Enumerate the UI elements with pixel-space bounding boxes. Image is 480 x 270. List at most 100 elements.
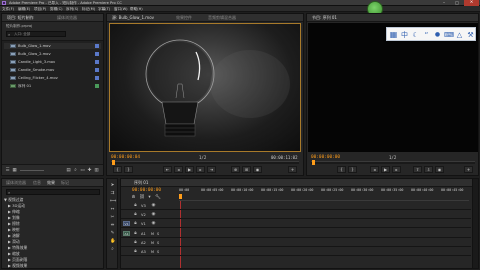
export-frame-button[interactable]: ◉	[253, 166, 262, 173]
step-forward-button[interactable]: ▸	[196, 166, 205, 173]
menu-edit[interactable]: 编辑(E)	[18, 6, 30, 12]
go-to-out-button[interactable]: ⇥	[207, 166, 216, 173]
mute-button[interactable]: M	[151, 249, 154, 255]
video-track-v2[interactable]: 🔒︎ V2 ◉	[121, 211, 471, 219]
razor-tool-icon[interactable]: ✂	[110, 215, 115, 220]
solo-button[interactable]: S	[157, 240, 159, 246]
audio-track-a1[interactable]: A1 🔒︎ A1 M S	[121, 230, 471, 238]
menu-sequence[interactable]: 序列(S)	[66, 6, 78, 12]
keyboard-icon[interactable]: ⌨	[444, 30, 454, 40]
grid-icon[interactable]: ▦	[389, 30, 398, 40]
automate-icon[interactable]: ▤	[66, 168, 71, 173]
eye-icon[interactable]: ◉	[151, 203, 156, 208]
list-item[interactable]: 序列 01	[4, 83, 101, 89]
tab-effect-controls[interactable]: 效果控件	[173, 15, 195, 21]
rate-stretch-tool-icon[interactable]: ↔	[110, 207, 115, 212]
lock-icon[interactable]: 🔒︎	[133, 203, 138, 208]
tab-sequence[interactable]: 序列 01	[131, 180, 151, 186]
lock-icon[interactable]: 🔒︎	[133, 231, 138, 236]
tab-project[interactable]: 项目: 短片制作	[4, 15, 37, 21]
shirt-icon[interactable]: △	[455, 30, 464, 40]
mic-icon[interactable]: ●	[433, 30, 442, 40]
play-button[interactable]: ▶	[185, 166, 194, 173]
add-button[interactable]: +	[464, 166, 473, 173]
new-bin-icon[interactable]: ▭	[80, 168, 85, 173]
program-fit-dropdown[interactable]: 1/2	[389, 155, 396, 160]
tab-effects[interactable]: 效果	[44, 180, 58, 186]
list-item[interactable]: Candle_Smoke.mov	[4, 67, 101, 73]
slip-tool-icon[interactable]: ⇹	[110, 223, 115, 228]
lift-button[interactable]: ⇪	[413, 166, 422, 173]
settings-wrench-icon[interactable]: 🔧︎	[155, 195, 161, 200]
list-item[interactable]: Bulb_Glow_1.mov	[4, 43, 101, 49]
source-timecode-current[interactable]: 00:00:00:04	[111, 155, 140, 160]
step-back-button[interactable]: ◂	[370, 166, 379, 173]
overwrite-button[interactable]: ⊞	[242, 166, 251, 173]
selection-tool-icon[interactable]: ➤	[110, 183, 115, 188]
source-patch-v1[interactable]: V1	[123, 221, 130, 226]
solo-button[interactable]: S	[157, 249, 159, 255]
list-view-icon[interactable]: ☰	[5, 168, 10, 173]
video-track-v1[interactable]: V1 🔒︎ V1 ◉	[121, 220, 471, 228]
program-scrubber[interactable]	[311, 160, 475, 165]
add-marker-icon[interactable]: ▾	[147, 195, 152, 200]
find-icon[interactable]: ⌕	[73, 168, 78, 173]
comma-icon[interactable]: “	[422, 30, 431, 40]
effects-search-input[interactable]: ⌕	[6, 189, 100, 195]
timeline-playhead[interactable]	[179, 194, 182, 199]
extract-button[interactable]: ⇩	[424, 166, 433, 173]
eye-icon[interactable]: ◉	[151, 212, 156, 217]
menu-clip[interactable]: 剪辑(C)	[50, 6, 63, 12]
linked-selection-icon[interactable]: ⛓	[139, 195, 145, 200]
tab-media-browser[interactable]: 媒体浏览器	[54, 15, 80, 21]
wrench-icon[interactable]: ⚒	[466, 30, 475, 40]
export-frame-button[interactable]: ◉	[435, 166, 444, 173]
source-patch-a1[interactable]: A1	[123, 231, 130, 236]
program-timecode-current[interactable]: 00:00:00:00	[311, 155, 340, 160]
menu-file[interactable]: 文件(F)	[2, 6, 14, 12]
menu-project[interactable]: 项目(P)	[34, 6, 46, 12]
zoom-tool-icon[interactable]: ⌕	[110, 247, 115, 252]
moon-icon[interactable]: ☾	[411, 30, 420, 40]
go-to-in-button[interactable]: ⇤	[163, 166, 172, 173]
mark-in-button[interactable]: {	[113, 166, 122, 173]
tab-source[interactable]: 源: Bulb_Glow_1.mov	[109, 15, 157, 21]
search-input[interactable]: ⌕ 入口: 全部	[6, 31, 66, 37]
chinese-input-icon[interactable]: 中	[400, 30, 409, 40]
menu-title[interactable]: 字幕(T)	[98, 6, 110, 12]
timeline-timecode[interactable]: 00:00:00:00	[132, 188, 161, 193]
list-item[interactable]: Bulb_Glow_2.mov	[4, 51, 101, 57]
tab-media-browser[interactable]: 媒体浏览器	[3, 180, 29, 186]
lock-icon[interactable]: 🔒︎	[133, 240, 138, 245]
tree-item[interactable]: ▶ 视频效果	[8, 263, 27, 268]
audio-track-a2[interactable]: 🔒︎ A2 M S	[121, 239, 471, 247]
timeline-ruler[interactable]: 00:00 00:00:05:00 00:00:10:00 00:00:15:0…	[179, 187, 469, 201]
mute-button[interactable]: M	[151, 240, 154, 246]
list-item[interactable]: Ceiling_Flicker_4.mov	[4, 75, 101, 81]
insert-button[interactable]: ⊕	[231, 166, 240, 173]
audio-track-a3[interactable]: 🔒︎ A3 M S	[121, 248, 471, 256]
tab-info[interactable]: 信息	[30, 180, 44, 186]
step-back-button[interactable]: ◂	[174, 166, 183, 173]
trash-icon[interactable]: ▥	[94, 168, 99, 173]
mark-out-button[interactable]: }	[124, 166, 133, 173]
snap-icon[interactable]: ⋒	[131, 195, 136, 200]
play-button[interactable]: ▶	[381, 166, 390, 173]
ripple-edit-tool-icon[interactable]: ⟺	[110, 199, 116, 204]
lock-icon[interactable]: 🔒︎	[133, 249, 138, 254]
tab-markers[interactable]: 标记	[58, 180, 72, 186]
hand-tool-icon[interactable]: ✋	[110, 239, 116, 244]
lock-icon[interactable]: 🔒︎	[133, 212, 138, 217]
source-fit-dropdown[interactable]: 1/2	[199, 155, 206, 160]
lock-icon[interactable]: 🔒︎	[133, 221, 138, 226]
mark-in-button[interactable]: {	[337, 166, 346, 173]
mute-button[interactable]: M	[151, 231, 154, 237]
list-item[interactable]: Candle_Light_3.mov	[4, 59, 101, 65]
tab-audio-mixer[interactable]: 音频剪辑混合器	[205, 15, 239, 21]
add-button[interactable]: +	[288, 166, 297, 173]
zoom-slider[interactable]	[20, 170, 44, 171]
icon-view-icon[interactable]: ▦	[12, 168, 17, 173]
source-scrubber[interactable]	[111, 160, 299, 165]
menu-window[interactable]: 窗口(W)	[114, 6, 128, 12]
tab-program[interactable]: 节目: 序列 01	[309, 15, 340, 21]
